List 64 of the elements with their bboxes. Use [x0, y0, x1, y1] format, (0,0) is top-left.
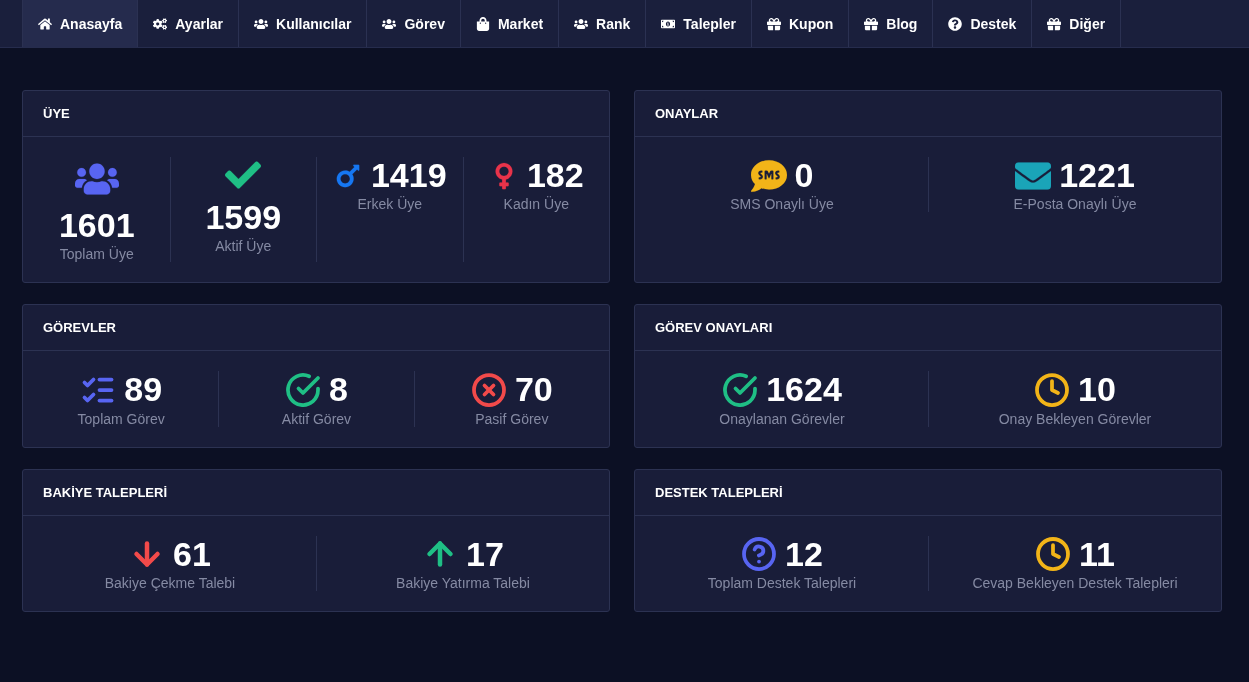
stat-label: Toplam Üye: [59, 246, 134, 263]
gears-icon: [153, 16, 168, 31]
stat-label: SMS Onaylı Üye: [730, 196, 834, 213]
nav-tab[interactable]: Destek: [933, 0, 1033, 47]
stat-label: Pasif Görev: [475, 410, 549, 427]
stat-value: 1624: [766, 371, 842, 409]
users-icon: [382, 16, 397, 31]
stat-label: Aktif Görev: [281, 410, 352, 427]
nav-tab[interactable]: Anasayfa: [22, 0, 139, 47]
card-title: GÖREVLER: [23, 305, 609, 352]
card-title: GÖREV ONAYLARI: [635, 305, 1221, 352]
users-icon: [254, 16, 268, 31]
stat-value: 89: [124, 371, 163, 409]
stat-value: 70: [514, 371, 553, 409]
card-title: DESTEK TALEPLERİ: [635, 469, 1221, 516]
stat-value: 61: [173, 535, 211, 574]
card-title: ONAYLAR: [635, 91, 1221, 137]
users-icon: [574, 16, 589, 31]
stat-value: 182: [526, 157, 584, 195]
home-icon: [38, 16, 52, 31]
card-title: ÜYE: [23, 91, 609, 137]
stat-value: 1601: [58, 207, 135, 245]
stat-label: Bakiye Yatırma Talebi: [396, 575, 530, 592]
stat-value: 0: [794, 157, 814, 195]
gift-icon: [767, 16, 781, 31]
question-icon: [948, 16, 963, 31]
stat-value: 12: [785, 535, 823, 574]
clock-icon: [1035, 536, 1071, 573]
nav-tab[interactable]: Görev: [367, 0, 461, 47]
nav-tab[interactable]: Kullanıcılar: [239, 0, 368, 47]
stat-label: Toplam Destek Talepleri: [707, 575, 857, 592]
stat-label: Kadın Üye: [503, 196, 569, 213]
nav-tab[interactable]: Kupon: [752, 0, 850, 47]
nav-tab[interactable]: Talepler: [646, 0, 752, 47]
stat-value: 8: [329, 371, 348, 409]
stat-label: Cevap Bekleyen Destek Talepleri: [972, 575, 1178, 592]
stat-value: 1419: [370, 157, 447, 195]
sms-bubble-icon: [750, 157, 787, 194]
clock-icon: [1034, 372, 1071, 409]
nav-tab[interactable]: Blog: [849, 0, 934, 47]
stat-label: Onaylanan Görevler: [719, 410, 845, 427]
stat-label: Bakiye Çekme Talebi: [104, 575, 236, 592]
check-circle-icon: [722, 372, 759, 409]
stat-value: 1221: [1059, 157, 1135, 195]
nav-tab[interactable]: Market: [460, 0, 560, 47]
gift-icon: [864, 16, 879, 31]
stat-label: Aktif Üye: [215, 238, 272, 255]
bag-icon: [475, 16, 490, 31]
stat-value: 1599: [205, 199, 282, 237]
nav-tab[interactable]: Rank: [559, 0, 647, 47]
nav-tab[interactable]: Ayarlar: [138, 0, 239, 47]
stat-label: Onay Bekleyen Görevler: [998, 410, 1152, 427]
card-title: BAKİYE TALEPLERİ: [23, 469, 609, 516]
stat-value: 10: [1078, 371, 1116, 409]
x-circle-icon: [470, 372, 507, 409]
stat-value: 11: [1079, 535, 1115, 574]
nav-tab[interactable]: Diğer: [1032, 0, 1122, 47]
stat-label: E-Posta Onaylı Üye: [1013, 196, 1137, 213]
stat-label: Erkek Üye: [357, 196, 423, 213]
question-icon: [741, 536, 778, 573]
check-circle-icon: [285, 372, 322, 409]
gift-icon: [1047, 16, 1062, 31]
stat-value: 17: [466, 535, 504, 574]
stat-label: Toplam Görev: [77, 410, 165, 427]
